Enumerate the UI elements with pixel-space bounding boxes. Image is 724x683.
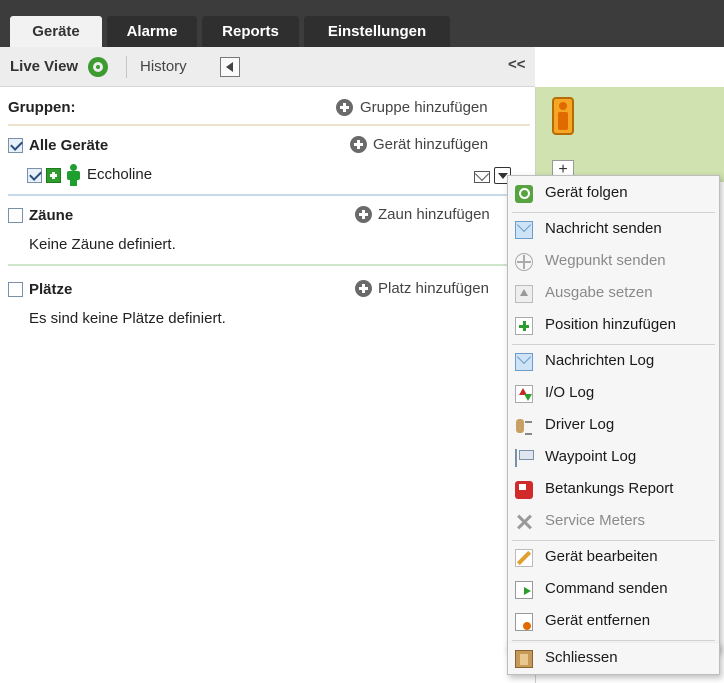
driver-icon xyxy=(515,417,533,435)
device-checkbox[interactable] xyxy=(27,168,42,183)
tab-geraete[interactable]: Geräte xyxy=(10,16,102,47)
flag-icon xyxy=(515,449,534,467)
device-name[interactable]: Eccholine xyxy=(87,166,152,183)
add-icon xyxy=(515,317,533,335)
device-panel: Gruppen: Gruppe hinzufügen Alle Geräte G… xyxy=(0,87,535,683)
mail-icon xyxy=(515,221,533,239)
places-empty-text: Es sind keine Plätze definiert. xyxy=(29,310,226,327)
add-fence-link[interactable]: Zaun hinzufügen xyxy=(378,206,506,223)
places-label: Plätze xyxy=(29,281,73,298)
menu-item-geraet-folgen[interactable]: Gerät folgen xyxy=(508,178,719,210)
add-group-link[interactable]: Gruppe hinzufügen xyxy=(360,99,488,116)
add-place-icon[interactable] xyxy=(355,280,372,297)
menu-item-position-hinzufuegen[interactable]: Position hinzufügen xyxy=(508,310,719,342)
menu-item-service-meters: Service Meters xyxy=(508,506,719,538)
add-group-icon[interactable] xyxy=(336,99,353,116)
menu-separator xyxy=(512,640,715,641)
search-icon xyxy=(515,185,533,203)
fuel-icon xyxy=(515,481,533,499)
menu-item-io-log[interactable]: I/O Log xyxy=(508,378,719,410)
menu-item-nachricht-senden[interactable]: Nachricht senden xyxy=(508,214,719,246)
remove-icon xyxy=(515,613,533,631)
menu-separator xyxy=(512,344,715,345)
expand-device-icon[interactable] xyxy=(46,168,61,183)
person-icon xyxy=(66,164,80,186)
menu-item-schliessen[interactable]: Schliessen xyxy=(507,643,720,675)
mail-icon xyxy=(515,353,533,371)
places-checkbox[interactable] xyxy=(8,282,23,297)
devices-divider xyxy=(8,194,530,196)
add-device-icon[interactable] xyxy=(350,136,367,153)
viewbar-divider xyxy=(126,56,127,78)
output-icon xyxy=(515,285,533,303)
street-view-pegman-icon[interactable] xyxy=(552,97,574,135)
view-mode-bar: Live View History << xyxy=(0,47,535,87)
menu-item-waypoint-log[interactable]: Waypoint Log xyxy=(508,442,719,474)
menu-item-ausgabe-setzen: Ausgabe setzen xyxy=(508,278,719,310)
add-place-link[interactable]: Platz hinzufügen xyxy=(378,280,506,297)
tools-icon xyxy=(515,513,533,531)
exit-icon xyxy=(515,650,533,668)
all-devices-checkbox[interactable] xyxy=(8,138,23,153)
main-tab-bar: Geräte Alarme Reports Einstellungen xyxy=(0,0,724,47)
refresh-icon[interactable] xyxy=(88,57,108,77)
menu-item-geraet-bearbeiten[interactable]: Gerät bearbeiten xyxy=(508,542,719,574)
history-label[interactable]: History xyxy=(140,58,187,75)
mail-icon[interactable] xyxy=(474,171,490,183)
io-icon xyxy=(515,385,533,403)
add-device-link[interactable]: Gerät hinzufügen xyxy=(373,136,488,153)
menu-separator xyxy=(512,540,715,541)
groups-divider xyxy=(8,124,530,126)
menu-item-betankungs-report[interactable]: Betankungs Report xyxy=(508,474,719,506)
tab-alarme[interactable]: Alarme xyxy=(107,16,197,47)
fences-divider xyxy=(8,264,530,266)
tab-einstellungen[interactable]: Einstellungen xyxy=(304,16,450,47)
collapse-panel-button[interactable]: << xyxy=(508,56,526,73)
menu-item-nachrichten-log[interactable]: Nachrichten Log xyxy=(508,346,719,378)
fences-empty-text: Keine Zäune definiert. xyxy=(29,236,176,253)
command-icon xyxy=(515,581,533,599)
menu-separator xyxy=(512,212,715,213)
fences-label: Zäune xyxy=(29,207,74,224)
tab-reports[interactable]: Reports xyxy=(202,16,299,47)
groups-header: Gruppen: xyxy=(8,99,76,116)
menu-item-command-senden[interactable]: Command senden xyxy=(508,574,719,606)
all-devices-label: Alle Geräte xyxy=(29,137,109,154)
add-fence-icon[interactable] xyxy=(355,206,372,223)
history-toggle-button[interactable] xyxy=(220,57,240,77)
menu-item-wegpunkt-senden: Wegpunkt senden xyxy=(508,246,719,278)
device-context-menu: Gerät folgen Nachricht senden Wegpunkt s… xyxy=(507,175,720,651)
fences-checkbox[interactable] xyxy=(8,208,23,223)
edit-icon xyxy=(515,549,533,567)
live-view-label[interactable]: Live View xyxy=(10,58,78,75)
crosshair-icon xyxy=(515,253,533,271)
menu-item-geraet-entfernen[interactable]: Gerät entfernen xyxy=(508,606,719,638)
menu-item-driver-log[interactable]: Driver Log xyxy=(508,410,719,442)
